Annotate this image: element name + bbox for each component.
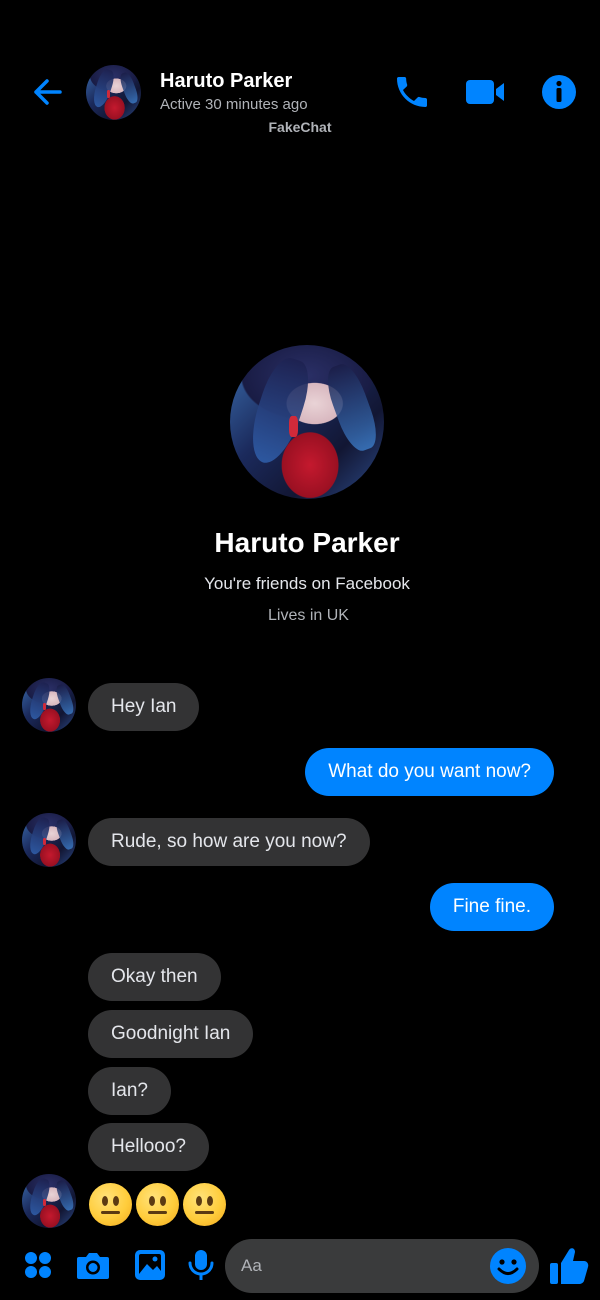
camera-button[interactable]	[75, 1247, 111, 1283]
video-camera-icon	[466, 80, 504, 104]
emoji-button[interactable]	[489, 1247, 527, 1285]
incoming-message[interactable]: Rude, so how are you now?	[88, 818, 370, 866]
location-info: Lives in UK	[268, 607, 349, 624]
emoji-icon	[490, 1248, 526, 1284]
phone-icon	[397, 77, 427, 107]
apps-grid-icon	[25, 1252, 51, 1278]
gallery-button[interactable]	[132, 1247, 168, 1283]
incoming-message[interactable]: Hey Ian	[88, 683, 200, 731]
watermark: FakeChat	[268, 119, 332, 135]
like-button[interactable]	[548, 1245, 590, 1287]
apps-button[interactable]	[20, 1247, 56, 1283]
voice-button[interactable]	[183, 1247, 219, 1283]
emoji-message[interactable]	[89, 1183, 226, 1226]
incoming-message[interactable]: Ian?	[88, 1067, 171, 1115]
call-button[interactable]	[390, 70, 434, 114]
message-composer	[0, 1235, 600, 1300]
message-input[interactable]	[241, 1239, 491, 1293]
gallery-icon	[135, 1250, 165, 1280]
outgoing-message[interactable]: What do you want now?	[305, 748, 554, 796]
contact-name[interactable]: Haruto Parker	[160, 70, 292, 93]
sender-avatar[interactable]	[22, 1174, 76, 1228]
sender-avatar[interactable]	[22, 813, 76, 867]
neutral-face-emoji	[136, 1183, 179, 1226]
chat-header: Haruto Parker Active 30 minutes ago Fake…	[0, 0, 600, 150]
incoming-message[interactable]: Goodnight Ian	[88, 1010, 254, 1058]
back-button[interactable]	[28, 72, 68, 112]
info-button[interactable]	[537, 70, 581, 114]
neutral-face-emoji	[183, 1183, 226, 1226]
info-icon	[542, 75, 576, 109]
active-status: Active 30 minutes ago	[160, 96, 308, 113]
incoming-message[interactable]: Okay then	[88, 953, 221, 1001]
neutral-face-emoji	[89, 1183, 132, 1226]
microphone-icon	[188, 1250, 214, 1280]
back-arrow-icon	[34, 79, 62, 105]
outgoing-message[interactable]: Fine fine.	[429, 883, 554, 931]
camera-icon	[77, 1253, 109, 1279]
sender-avatar[interactable]	[22, 678, 76, 732]
thumbs-up-icon	[550, 1248, 589, 1284]
incoming-message[interactable]: Hellooo?	[88, 1123, 209, 1171]
profile-name: Haruto Parker	[214, 527, 400, 558]
friends-note: You're friends on Facebook	[204, 574, 410, 593]
video-call-button[interactable]	[463, 70, 507, 114]
message-input-container[interactable]	[225, 1239, 539, 1293]
header-avatar[interactable]	[86, 65, 141, 120]
profile-avatar[interactable]	[230, 345, 384, 499]
